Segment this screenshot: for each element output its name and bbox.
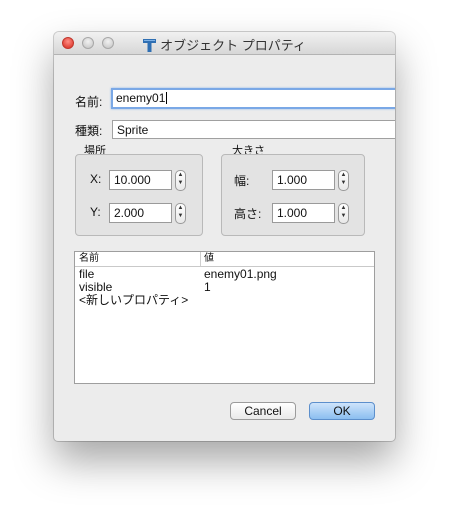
property-value: 1 [204,280,211,294]
height-input-value: 1.000 [277,206,308,220]
column-header-value[interactable]: 値 [204,252,214,266]
x-input-value: 10.000 [114,173,151,187]
height-stepper[interactable]: ▲ ▼ [338,203,349,224]
column-divider [200,252,201,266]
y-label: Y: [90,205,101,219]
width-input-value: 1.000 [277,173,308,187]
location-group: X: 10.000 ▲ ▼ Y: 2.000 ▲ ▼ [75,154,203,236]
type-select[interactable]: Sprite ▼ [112,120,395,139]
property-name: <新しいプロパティ> [79,293,189,307]
name-label: 名前: [75,95,103,109]
table-row[interactable]: <新しいプロパティ> [75,294,374,307]
properties-table: 名前 値 file enemy01.png visible 1 <新しいプロパテ… [74,251,375,384]
x-input[interactable]: 10.000 [109,170,172,190]
type-label: 種類: [75,124,103,138]
text-caret [166,92,168,104]
name-input[interactable]: enemy01 [111,88,395,109]
name-input-value: enemy01 [116,91,166,105]
y-stepper[interactable]: ▲ ▼ [175,203,186,224]
ok-button[interactable]: OK [309,402,375,420]
column-header-name[interactable]: 名前 [79,252,99,266]
object-properties-dialog: オブジェクト プロパティ 名前: enemy01 種類: Sprite ▼ 場所… [54,32,395,441]
x-label: X: [90,172,102,186]
window-title-area: オブジェクト プロパティ [54,35,395,55]
size-group: 幅: 1.000 ▲ ▼ 高さ: 1.000 ▲ ▼ [221,154,365,236]
width-stepper[interactable]: ▲ ▼ [338,170,349,191]
window-title: オブジェクト プロパティ [160,38,306,53]
width-input[interactable]: 1.000 [272,170,335,190]
property-value: enemy01.png [204,267,277,281]
title-bar: オブジェクト プロパティ [54,32,395,55]
table-row[interactable]: file enemy01.png [75,268,374,281]
x-stepper[interactable]: ▲ ▼ [175,170,186,191]
height-label: 高さ: [234,207,262,221]
height-input[interactable]: 1.000 [272,203,335,223]
y-input[interactable]: 2.000 [109,203,172,223]
table-header: 名前 値 [75,252,374,267]
cancel-button[interactable]: Cancel [230,402,296,420]
tile-object-icon [143,39,157,55]
type-select-value: Sprite [117,123,149,137]
width-label: 幅: [234,174,250,188]
y-input-value: 2.000 [114,206,145,220]
